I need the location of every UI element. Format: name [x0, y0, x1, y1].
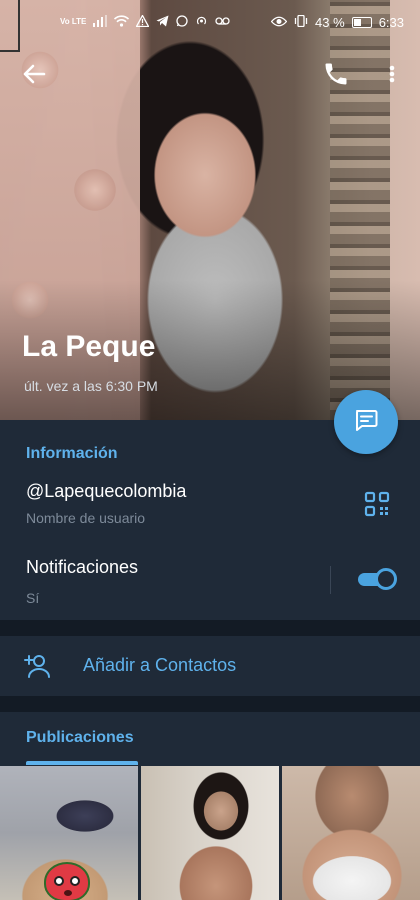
- post-thumbnail[interactable]: [0, 766, 138, 900]
- voicemail-icon: [215, 16, 231, 28]
- notifications-title[interactable]: Notificaciones: [26, 557, 138, 578]
- add-contact-label: Añadir a Contactos: [83, 655, 237, 675]
- app-bar: [0, 52, 420, 96]
- battery-icon: [351, 16, 372, 28]
- posts-tab[interactable]: Publicaciones: [26, 729, 134, 747]
- eye-icon: [270, 16, 288, 29]
- strawberry-sticker: [44, 862, 90, 900]
- post-thumbnail[interactable]: [282, 766, 420, 900]
- warning-icon: [135, 14, 150, 29]
- username-value[interactable]: @Lapequecolombia: [26, 481, 186, 502]
- wifi-icon: [114, 15, 130, 29]
- status-time: 6:33: [378, 14, 404, 30]
- posts-section: Publicaciones: [0, 712, 420, 900]
- last-seen: últ. vez a las 6:30 PM: [24, 378, 158, 394]
- notifications-toggle[interactable]: [356, 568, 397, 590]
- status-bar: Vo LTE 43 % 6:33: [0, 0, 420, 52]
- info-section-title: Información: [26, 445, 118, 462]
- status-corner-mark: [0, 0, 20, 52]
- add-person-icon: [24, 651, 54, 681]
- message-icon: [352, 406, 380, 439]
- notifications-divider: [330, 566, 331, 594]
- more-vertical-icon[interactable]: [382, 60, 402, 88]
- post-thumbnail[interactable]: [141, 766, 279, 900]
- sticker-mouth: [64, 890, 72, 896]
- qr-code-icon[interactable]: [364, 491, 390, 517]
- vibrate-icon: [294, 14, 308, 29]
- profile-name: La Peque: [22, 330, 156, 363]
- section-divider: [0, 620, 420, 636]
- hotspot-icon: [195, 15, 208, 29]
- telegram-icon: [156, 15, 169, 29]
- posts-grid: [0, 766, 420, 900]
- section-divider-2: [0, 696, 420, 712]
- message-button[interactable]: [334, 390, 398, 454]
- sticker-eye: [70, 876, 80, 886]
- whatsapp-icon: [176, 15, 189, 29]
- posts-tab-indicator: [26, 761, 138, 765]
- username-label: Nombre de usuario: [26, 510, 146, 526]
- status-right: 43 % 6:33: [270, 14, 404, 30]
- toggle-knob: [375, 568, 397, 590]
- signal-icon: [93, 15, 108, 29]
- status-left: Vo LTE: [60, 14, 231, 29]
- sticker-eye: [54, 876, 64, 886]
- arrow-left-icon[interactable]: [18, 58, 50, 90]
- phone-icon[interactable]: [322, 60, 350, 88]
- notifications-value: Sí: [26, 590, 40, 606]
- add-contact-row[interactable]: Añadir a Contactos: [0, 636, 420, 696]
- volte-indicator: Vo LTE: [60, 17, 87, 26]
- battery-percent: 43 %: [315, 14, 345, 30]
